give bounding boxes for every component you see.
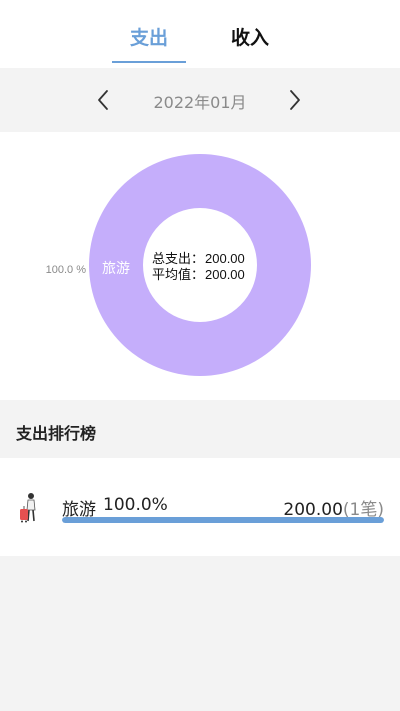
tab-expense[interactable]: 支出 bbox=[112, 26, 186, 50]
center-total-label: 总支出： bbox=[152, 251, 204, 266]
expense-donut-chart: 100.0 % 旅游 总支出： 200.00 平均值： 200.00 bbox=[0, 132, 400, 400]
center-average-value: 200.00 bbox=[205, 267, 245, 282]
travel-luggage-icon bbox=[18, 492, 40, 524]
active-tab-indicator bbox=[112, 61, 186, 63]
ranking-item-progress-fill bbox=[62, 517, 384, 523]
month-navigator: 2022年01月 bbox=[0, 68, 400, 132]
next-month-button[interactable] bbox=[287, 88, 303, 112]
ranking-list: 旅游 100.0% 200.00(1笔) bbox=[0, 458, 400, 556]
ranking-item-percent: 100.0% bbox=[103, 495, 168, 515]
slice-percent-label: 100.0 % bbox=[46, 264, 87, 276]
ranking-title: 支出排行榜 bbox=[16, 424, 97, 443]
center-total-value: 200.00 bbox=[205, 251, 245, 266]
current-month-label[interactable]: 2022年01月 bbox=[100, 89, 300, 113]
ranking-item-progress-track bbox=[62, 517, 384, 523]
slice-category-label: 旅游 bbox=[102, 260, 130, 276]
ranking-item[interactable]: 旅游 100.0% 200.00(1笔) bbox=[0, 458, 400, 556]
donut-chart-svg: 100.0 % 旅游 总支出： 200.00 平均值： 200.00 bbox=[46, 154, 311, 376]
chevron-right-icon bbox=[290, 90, 300, 110]
ranking-header: 支出排行榜 bbox=[0, 400, 400, 458]
tab-bar: 支出 收入 bbox=[0, 0, 400, 68]
center-average-label: 平均值： bbox=[152, 267, 204, 282]
tab-income[interactable]: 收入 bbox=[213, 26, 287, 50]
app: 支出 收入 2022年01月 100.0 % 旅游 总支出： 200.00 平均… bbox=[0, 0, 400, 711]
